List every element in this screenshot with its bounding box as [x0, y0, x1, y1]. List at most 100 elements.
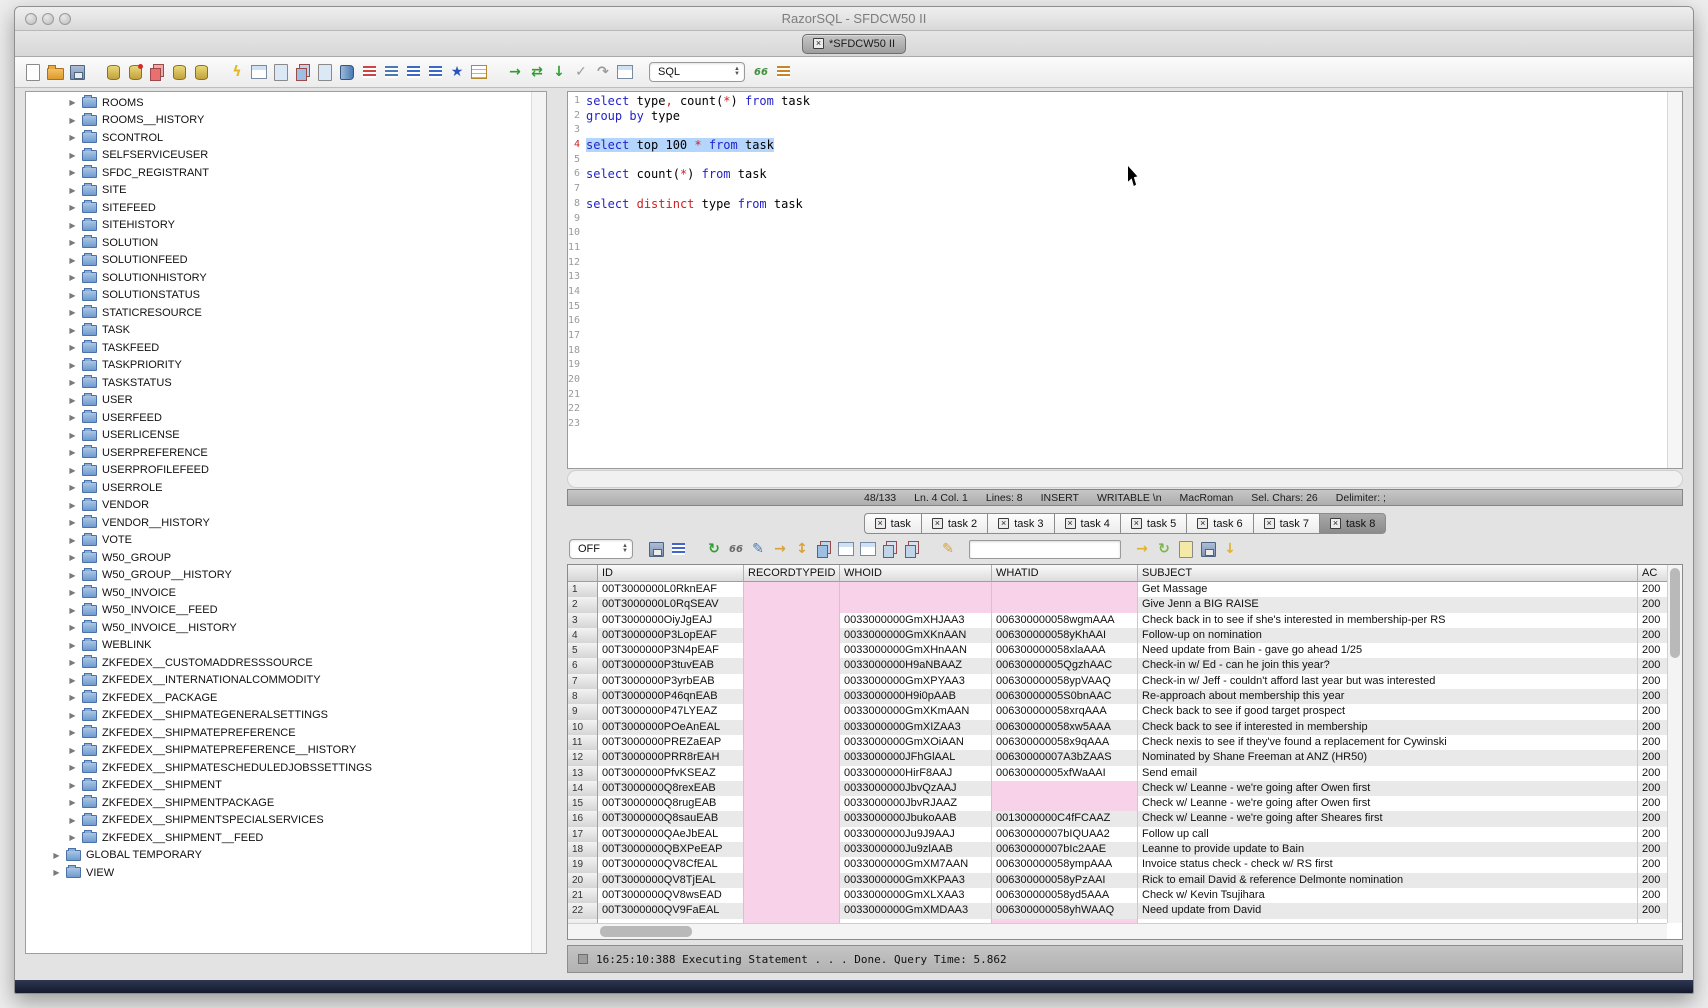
refresh-results-icon[interactable]: ↻ — [704, 539, 724, 559]
table-cell[interactable]: 00630000005S0bnAAC — [992, 689, 1138, 704]
tree-item[interactable]: ▶SOLUTIONFEED — [26, 252, 530, 270]
table-row[interactable]: 400T3000000P3LopEAF0033000000GmXKnAAN006… — [568, 628, 1667, 643]
tree-item[interactable]: ▶VENDOR — [26, 497, 530, 515]
table-cell[interactable]: 00T3000000QAeJbEAL — [598, 827, 744, 842]
table-cell[interactable]: 200 — [1638, 643, 1667, 658]
tree-item[interactable]: ▶ROOMS — [26, 94, 530, 112]
tree-item[interactable]: ▶ZKFEDEX__SHIPMENT — [26, 777, 530, 795]
table-cell[interactable]: 200 — [1638, 658, 1667, 673]
table-cell[interactable]: 0033000000GmXMDAA3 — [840, 903, 992, 918]
align-columns-icon[interactable] — [403, 62, 423, 82]
table-cell[interactable]: 0033000000GmXKmAAN — [840, 704, 992, 719]
table-cell[interactable]: Send email — [1138, 766, 1638, 781]
table-header-cell[interactable]: ID — [598, 565, 744, 582]
result-tab[interactable]: ×task — [864, 513, 921, 534]
disclosure-triangle-icon[interactable]: ▶ — [68, 536, 77, 545]
table-cell[interactable]: 00630000007A3bZAAS — [992, 750, 1138, 765]
editor-line[interactable]: 23 — [568, 417, 1666, 432]
refresh-view-icon[interactable]: ↻ — [1154, 539, 1174, 559]
drop-table-icon[interactable] — [191, 62, 211, 82]
view-row-as-text-icon[interactable]: 66 — [726, 539, 746, 559]
disclosure-triangle-icon[interactable]: ▶ — [68, 588, 77, 597]
refresh-table-icon[interactable] — [814, 539, 834, 559]
disclosure-triangle-icon[interactable]: ▶ — [68, 256, 77, 265]
table-cell[interactable]: 00T3000000QV9FaEAL — [598, 903, 744, 918]
table-header-cell[interactable]: WHATID — [992, 565, 1138, 582]
tree-item[interactable]: ▶ZKFEDEX__SHIPMATEGENERALSETTINGS — [26, 707, 530, 725]
table-cell[interactable] — [744, 704, 840, 719]
editor-line[interactable]: 22 — [568, 402, 1666, 417]
table-row[interactable]: 600T3000000P3tuvEAB0033000000H9aNBAAZ006… — [568, 658, 1667, 673]
table-row[interactable]: 500T3000000P3N4pEAF0033000000GmXHnAAN006… — [568, 643, 1667, 658]
edit-notes-icon[interactable] — [1176, 539, 1196, 559]
results-vscrollbar[interactable] — [1667, 565, 1682, 923]
result-tab[interactable]: ×task 6 — [1186, 513, 1252, 534]
tree-item[interactable]: ▶ZKFEDEX__SHIPMENT__FEED — [26, 829, 530, 847]
disclosure-triangle-icon[interactable]: ▶ — [68, 151, 77, 160]
result-tab[interactable]: ×task 5 — [1120, 513, 1186, 534]
table-cell[interactable]: 00T3000000PRR8rEAH — [598, 750, 744, 765]
panel-left-icon[interactable] — [836, 539, 856, 559]
table-cell[interactable] — [992, 796, 1138, 811]
table-row[interactable]: 1600T3000000Q8sauEAB0033000000JbukoAAB00… — [568, 811, 1667, 826]
table-cell[interactable]: 006300000058ympAAA — [992, 857, 1138, 872]
tree-item[interactable]: ▶USERPROFILEFEED — [26, 462, 530, 480]
quotes-icon[interactable]: 66 — [751, 62, 771, 82]
table-cell[interactable]: 200 — [1638, 766, 1667, 781]
minimize-window-button[interactable] — [42, 13, 54, 25]
connect-db-icon[interactable] — [103, 62, 123, 82]
editor-line[interactable]: 7 — [568, 182, 1666, 197]
table-cell[interactable]: 200 — [1638, 735, 1667, 750]
table-cell[interactable]: 0033000000H9i0pAAB — [840, 689, 992, 704]
editor-line[interactable]: 20 — [568, 373, 1666, 388]
stop-square-icon[interactable] — [578, 954, 588, 964]
result-tab[interactable]: ×task 3 — [987, 513, 1053, 534]
table-cell[interactable]: 200 — [1638, 842, 1667, 857]
disclosure-triangle-icon[interactable]: ▶ — [68, 466, 77, 475]
table-cell[interactable]: 00T3000000P3yrbEAB — [598, 674, 744, 689]
disclosure-triangle-icon[interactable]: ▶ — [52, 851, 61, 860]
table-cell[interactable]: 200 — [1638, 613, 1667, 628]
table-cell[interactable]: 200 — [1638, 597, 1667, 612]
editor-scrollbar[interactable] — [1667, 92, 1682, 468]
fetch-results-icon[interactable]: ↓ — [549, 62, 569, 82]
table-cell[interactable]: 00T3000000P46qnEAB — [598, 689, 744, 704]
find-next-icon[interactable]: → — [1132, 539, 1152, 559]
swap-direction-icon[interactable]: ⇄ — [527, 62, 547, 82]
table-cell[interactable]: 00T3000000PfvKSEAZ — [598, 766, 744, 781]
table-cell[interactable] — [744, 720, 840, 735]
table-cell[interactable]: 0033000000GmXPYAA3 — [840, 674, 992, 689]
tree-item[interactable]: ▶USERFEED — [26, 409, 530, 427]
table-cell[interactable]: 200 — [1638, 888, 1667, 903]
editor-line[interactable]: 3 — [568, 123, 1666, 138]
table-cell[interactable]: 0033000000JFhGlAAL — [840, 750, 992, 765]
close-window-button[interactable] — [25, 13, 37, 25]
table-cell[interactable]: 0033000000HirF8AAJ — [840, 766, 992, 781]
table-cell[interactable]: 0033000000GmXKPAA3 — [840, 873, 992, 888]
table-cell[interactable]: Follow up call — [1138, 827, 1638, 842]
table-cell[interactable]: 0033000000GmXM7AAN — [840, 857, 992, 872]
table-cell[interactable]: 00T3000000P3tuvEAB — [598, 658, 744, 673]
disclosure-triangle-icon[interactable]: ▶ — [68, 98, 77, 107]
table-cell[interactable]: 00T3000000QBXPeEAP — [598, 842, 744, 857]
disclosure-triangle-icon[interactable]: ▶ — [68, 273, 77, 282]
table-cell[interactable]: 200 — [1638, 827, 1667, 842]
table-cell[interactable]: 00T3000000Q8rugEAB — [598, 796, 744, 811]
tree-item[interactable]: ▶ZKFEDEX__SHIPMATESCHEDULEDJOBSSETTINGS — [26, 759, 530, 777]
tree-item[interactable]: ▶USERPREFERENCE — [26, 444, 530, 462]
disclosure-triangle-icon[interactable]: ▶ — [68, 501, 77, 510]
table-row[interactable]: 800T3000000P46qnEAB0033000000H9i0pAAB006… — [568, 689, 1667, 704]
disclosure-triangle-icon[interactable]: ▶ — [68, 361, 77, 370]
editor-line[interactable]: 9 — [568, 212, 1666, 227]
table-row[interactable]: 1400T3000000Q8rexEAB0033000000JbvQzAAJCh… — [568, 781, 1667, 796]
format-sql-icon[interactable] — [425, 62, 445, 82]
table-cell[interactable]: 0033000000GmXKnAAN — [840, 628, 992, 643]
table-row[interactable]: 700T3000000P3yrbEAB0033000000GmXPYAA3006… — [568, 674, 1667, 689]
tree-item[interactable]: ▶SOLUTION — [26, 234, 530, 252]
table-cell[interactable]: 0033000000GmXIZAA3 — [840, 720, 992, 735]
close-tab-icon[interactable]: × — [875, 518, 886, 529]
table-cell[interactable]: 006300000058wgmAAA — [992, 613, 1138, 628]
sidebar-scrollbar[interactable] — [531, 92, 546, 953]
tree-item[interactable]: ▶W50_GROUP__HISTORY — [26, 567, 530, 585]
table-cell[interactable]: Invoice status check - check w/ RS first — [1138, 857, 1638, 872]
